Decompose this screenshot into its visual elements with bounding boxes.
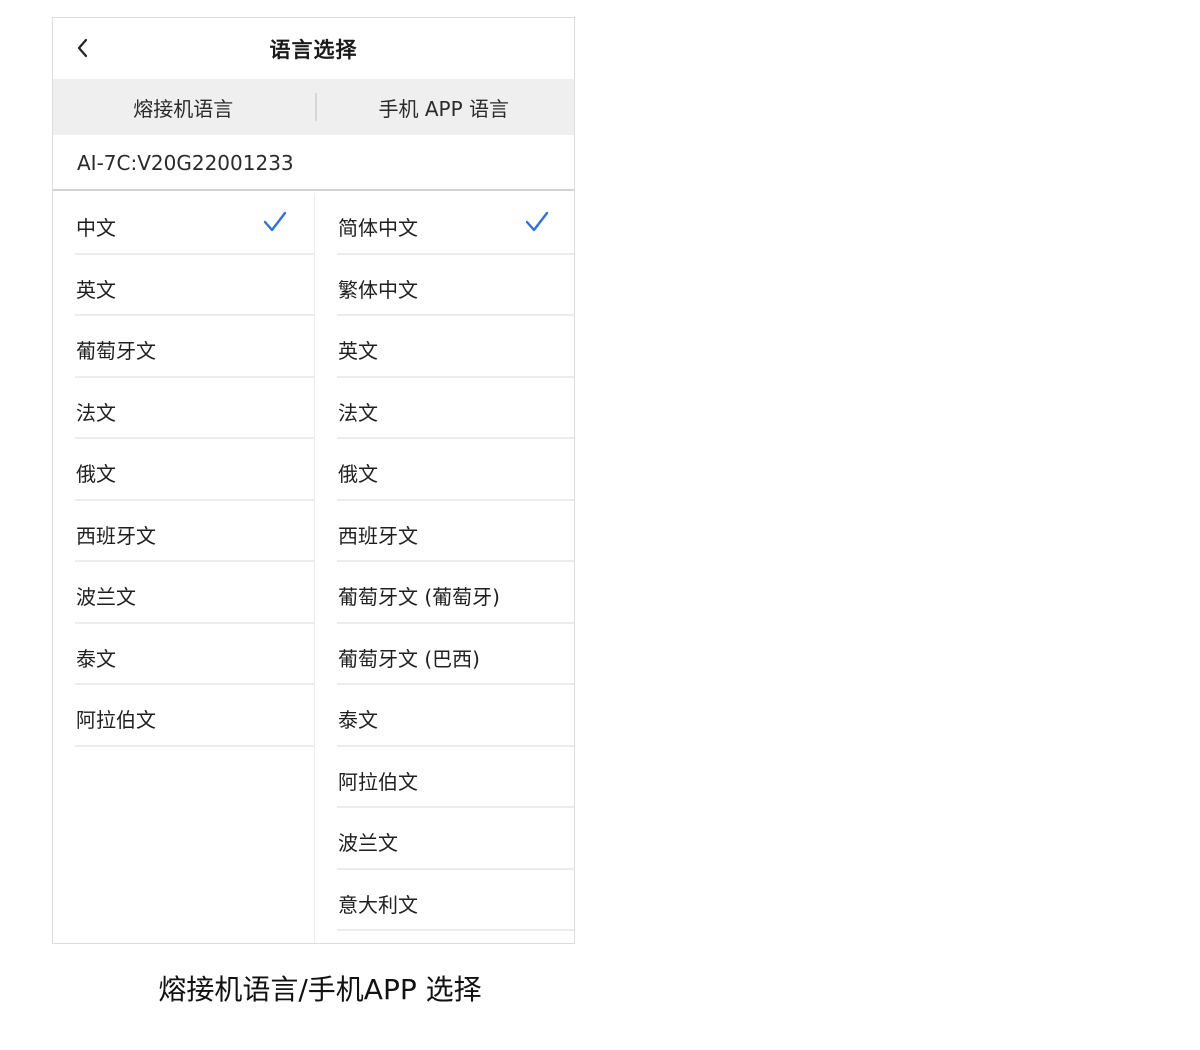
machine-language-list: 中文英文葡萄牙文法文俄文西班牙文波兰文泰文阿拉伯文 xyxy=(53,193,315,943)
app-language-item[interactable]: 简体中文 xyxy=(315,193,574,255)
machine-language-item[interactable]: 英文 xyxy=(53,255,314,317)
app-language-item-label: 简体中文 xyxy=(338,216,418,240)
machine-language-item[interactable]: 波兰文 xyxy=(53,562,314,624)
nav-bar: 语言选择 xyxy=(53,18,574,79)
app-language-item[interactable]: 英文 xyxy=(315,316,574,378)
machine-language-item-label: 英文 xyxy=(76,277,116,302)
tab-divider xyxy=(315,93,317,121)
app-language-item-label: 繁体中文 xyxy=(338,277,418,302)
machine-language-item-label: 西班牙文 xyxy=(76,523,156,548)
machine-language-item[interactable]: 俄文 xyxy=(53,439,314,501)
machine-language-item-label: 法文 xyxy=(76,400,116,425)
app-language-item-label: 泰文 xyxy=(338,708,378,732)
app-language-item[interactable]: 葡萄牙文 (葡萄牙) xyxy=(315,562,574,624)
tab-app-language[interactable]: 手机 APP 语言 xyxy=(314,79,575,135)
machine-language-item[interactable]: 泰文 xyxy=(53,624,314,686)
app-language-item[interactable]: 葡萄牙文 (巴西) xyxy=(315,624,574,686)
machine-language-item[interactable]: 葡萄牙文 xyxy=(53,316,314,378)
checkmark-icon xyxy=(263,211,287,232)
app-language-item[interactable]: 波兰文 xyxy=(315,808,574,870)
app-language-item-label: 波兰文 xyxy=(338,831,398,855)
machine-language-item-label: 中文 xyxy=(76,216,116,240)
app-language-item-label: 葡萄牙文 (巴西) xyxy=(338,646,480,671)
machine-language-item[interactable]: 西班牙文 xyxy=(53,501,314,563)
tab-machine-language[interactable]: 熔接机语言 xyxy=(53,79,314,135)
firmware-version: AI-7C:V20G22001233 xyxy=(77,151,294,175)
app-language-item[interactable]: 意大利文 xyxy=(315,870,574,932)
app-language-item-label: 意大利文 xyxy=(338,892,418,917)
app-language-item-label: 英文 xyxy=(338,339,378,363)
app-language-item[interactable]: 繁体中文 xyxy=(315,255,574,317)
machine-language-item[interactable]: 法文 xyxy=(53,378,314,440)
app-language-item-label: 葡萄牙文 (葡萄牙) xyxy=(338,585,500,609)
machine-language-item-label: 俄文 xyxy=(76,462,116,486)
app-language-item-label: 西班牙文 xyxy=(338,523,418,548)
version-row: AI-7C:V20G22001233 xyxy=(53,135,574,191)
app-language-item-label: 阿拉伯文 xyxy=(338,769,418,794)
app-language-item-label: 法文 xyxy=(338,400,378,425)
machine-language-item-label: 波兰文 xyxy=(76,585,136,609)
app-language-item[interactable]: 俄文 xyxy=(315,439,574,501)
language-columns: 中文 英文 葡萄牙文 法文 俄文 西班牙文 波兰文 泰文 阿拉伯文 简体中文 繁体中文 英文 法文 俄文… xyxy=(53,193,574,943)
page-title: 语言选择 xyxy=(269,38,358,62)
language-settings-screen: 语言选择 熔接机语言 手机 APP 语言 AI-7C:V20G22001233 … xyxy=(52,17,575,944)
app-language-item[interactable]: 泰文 xyxy=(315,685,574,747)
machine-language-item-label: 泰文 xyxy=(76,646,116,671)
checkmark-icon xyxy=(525,211,549,232)
app-language-item[interactable]: 西班牙文 xyxy=(315,501,574,563)
machine-language-item[interactable]: 中文 xyxy=(53,193,314,255)
machine-language-item-label: 葡萄牙文 xyxy=(76,339,156,363)
figure-caption: 熔接机语言/手机APP 选择 xyxy=(158,973,482,1006)
tab-bar: 熔接机语言 手机 APP 语言 xyxy=(53,79,574,135)
machine-language-item[interactable]: 阿拉伯文 xyxy=(53,685,314,747)
machine-language-item-label: 阿拉伯文 xyxy=(76,708,156,732)
app-language-item[interactable]: 法文 xyxy=(315,378,574,440)
app-language-item-label: 俄文 xyxy=(338,462,378,486)
app-language-item[interactable]: 阿拉伯文 xyxy=(315,747,574,809)
app-language-list: 简体中文繁体中文英文法文俄文西班牙文葡萄牙文 (葡萄牙) 葡萄牙文 (巴西) 泰文阿… xyxy=(315,193,574,943)
